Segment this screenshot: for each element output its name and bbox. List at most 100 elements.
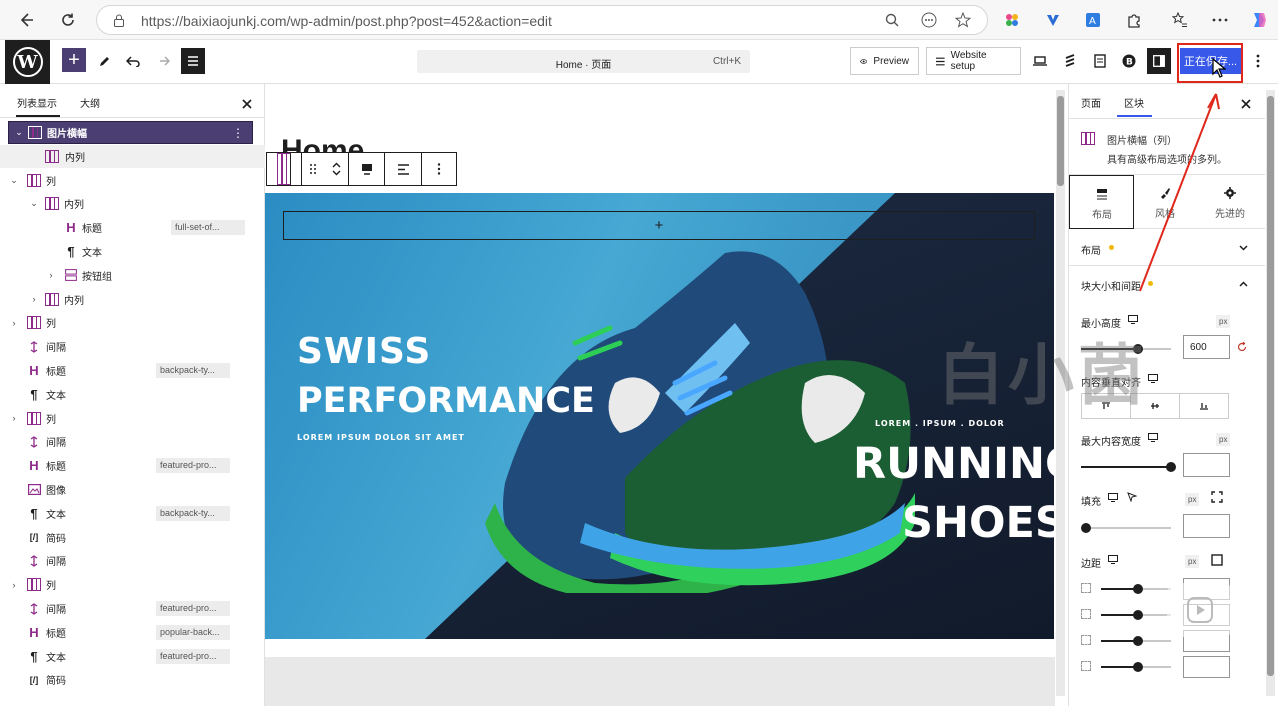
align-block-icon[interactable]	[349, 153, 385, 185]
list-item[interactable]: › 列	[0, 311, 265, 334]
list-item[interactable]: ¶ 文本 featured-pro...	[0, 645, 265, 668]
hero-right-line-2: SHOES	[902, 498, 1054, 548]
block-inserter[interactable]: +	[283, 211, 1035, 240]
extension-flower-icon[interactable]	[1000, 8, 1024, 32]
min-height-input[interactable]: 600	[1183, 335, 1230, 359]
list-item[interactable]: ¶ 文本 backpack-ty...	[0, 502, 265, 525]
chevron-right-icon[interactable]: ›	[9, 413, 19, 423]
tab-page[interactable]: 页面	[1081, 95, 1101, 110]
document-overview-button[interactable]	[181, 48, 205, 74]
list-item[interactable]: [/] 简码	[0, 668, 265, 691]
margin-slider[interactable]	[1101, 584, 1171, 594]
settings-sidebar-toggle[interactable]	[1147, 48, 1171, 74]
list-item[interactable]: 间隔 featured-pro...	[0, 597, 265, 620]
close-icon[interactable]	[242, 96, 252, 114]
unit-selector[interactable]: px	[1216, 433, 1231, 446]
block-options-icon[interactable]	[422, 153, 456, 185]
extension-v-icon[interactable]	[1041, 8, 1065, 32]
image-banner-block[interactable]: SWISS PERFORMANCE LOREM IPSUM DOLOR SIT …	[265, 193, 1054, 639]
margin-slider[interactable]	[1101, 636, 1171, 646]
margin-slider[interactable]	[1101, 610, 1171, 620]
translate-icon[interactable]: A	[1081, 8, 1105, 32]
close-icon[interactable]	[1241, 96, 1251, 114]
extensions-puzzle-icon[interactable]	[1122, 8, 1146, 32]
list-item[interactable]: 间隔	[0, 549, 265, 572]
video-player-icon[interactable]	[1167, 583, 1233, 637]
list-item[interactable]: H 标题 featured-pro...	[0, 454, 265, 477]
wordpress-logo-button[interactable]: W	[5, 40, 50, 84]
list-item-label: 内列	[64, 295, 84, 307]
more-tools-icon[interactable]	[921, 12, 937, 33]
list-item[interactable]: H 标题 popular-back...	[0, 621, 265, 644]
chevron-right-icon[interactable]: ›	[46, 270, 56, 280]
chevron-down-icon[interactable]: ⌄	[29, 198, 39, 209]
unit-selector[interactable]: px	[1185, 493, 1200, 506]
chevron-right-icon[interactable]: ›	[9, 318, 19, 328]
block-type-icon[interactable]	[267, 153, 302, 185]
tab-outline[interactable]: 大纲	[80, 95, 100, 110]
chevron-down-icon[interactable]: ⌄	[9, 175, 19, 186]
list-item[interactable]: 间隔	[0, 430, 265, 453]
max-width-slider[interactable]	[1081, 462, 1176, 472]
blocksy-icon[interactable]: B	[1119, 48, 1139, 74]
list-item[interactable]: ⌄ 图片横幅 ⋮	[8, 121, 253, 144]
chevron-right-icon[interactable]: ›	[29, 294, 39, 304]
drag-handle-icon[interactable]	[302, 153, 324, 185]
favorite-star-icon[interactable]	[954, 11, 972, 33]
unit-selector[interactable]: px	[1216, 315, 1231, 328]
margin-input[interactable]	[1183, 656, 1230, 678]
command-palette-bar[interactable]: Home · 页面 Ctrl+K	[417, 50, 750, 73]
edit-pencil-icon[interactable]	[94, 48, 114, 74]
margin-slider[interactable]	[1101, 662, 1171, 672]
list-item[interactable]: ⌄ 列	[0, 169, 265, 192]
move-up-down-icon[interactable]	[324, 153, 349, 185]
list-item[interactable]: H 标题 backpack-ty...	[0, 359, 265, 382]
list-item[interactable]: ⌄ 内列	[0, 192, 265, 215]
unlink-sides-icon[interactable]	[1211, 554, 1223, 566]
text-align-icon[interactable]	[385, 153, 422, 185]
list-item[interactable]: ¶ 文本	[0, 383, 265, 406]
list-item[interactable]: › 内列	[0, 288, 265, 311]
copilot-icon[interactable]	[1247, 8, 1271, 32]
item-options-icon[interactable]: ⋮	[232, 126, 244, 140]
plus-icon: +	[654, 217, 664, 234]
chevron-down-icon[interactable]: ⌄	[14, 127, 24, 138]
page-settings-icon[interactable]	[1090, 48, 1110, 74]
website-setup-button[interactable]: Website setup	[926, 47, 1021, 75]
favorites-list-icon[interactable]	[1168, 8, 1192, 32]
columns-block-icon	[1081, 132, 1095, 145]
subtab-layout[interactable]: 布局	[1069, 175, 1134, 229]
device-preview-icon[interactable]	[1030, 48, 1050, 74]
list-item[interactable]: › 列	[0, 407, 265, 430]
hover-pointer-icon[interactable]	[1127, 492, 1137, 502]
list-item[interactable]: [/] 简码	[0, 526, 265, 549]
undo-icon[interactable]	[122, 48, 144, 74]
list-item[interactable]: › 按钮组	[0, 264, 265, 287]
browser-menu-icon[interactable]	[1208, 8, 1232, 32]
max-width-input[interactable]	[1183, 453, 1230, 477]
list-item[interactable]: › 列	[0, 573, 265, 596]
list-item[interactable]: 图像	[0, 478, 265, 501]
unit-selector[interactable]: px	[1185, 555, 1200, 568]
list-item[interactable]: 间隔	[0, 335, 265, 358]
reset-icon[interactable]	[1237, 342, 1247, 352]
link-sides-icon[interactable]	[1211, 491, 1223, 503]
tab-list-view[interactable]: 列表显示	[17, 95, 57, 110]
list-item[interactable]: H 标题 full-set-of...	[0, 216, 265, 239]
stackable-icon[interactable]	[1060, 48, 1080, 74]
preview-button[interactable]: Preview	[850, 47, 919, 75]
address-bar[interactable]: https://baixiaojunkj.com/wp-admin/post.p…	[96, 5, 988, 35]
chevron-right-icon[interactable]: ›	[9, 580, 19, 590]
reload-icon[interactable]	[56, 8, 80, 32]
padding-slider[interactable]	[1081, 523, 1171, 533]
list-item[interactable]: ¶ 文本	[0, 240, 265, 263]
zoom-icon[interactable]	[885, 13, 899, 32]
back-icon[interactable]	[14, 8, 38, 32]
inspector-scrollbar[interactable]	[1266, 90, 1275, 696]
list-item[interactable]: 内列	[0, 144, 265, 168]
align-bottom-button[interactable]	[1180, 394, 1228, 418]
padding-input[interactable]	[1183, 514, 1230, 538]
redo-icon[interactable]	[152, 48, 174, 74]
options-menu-icon[interactable]	[1250, 48, 1266, 74]
add-block-button[interactable]: +	[62, 48, 86, 72]
